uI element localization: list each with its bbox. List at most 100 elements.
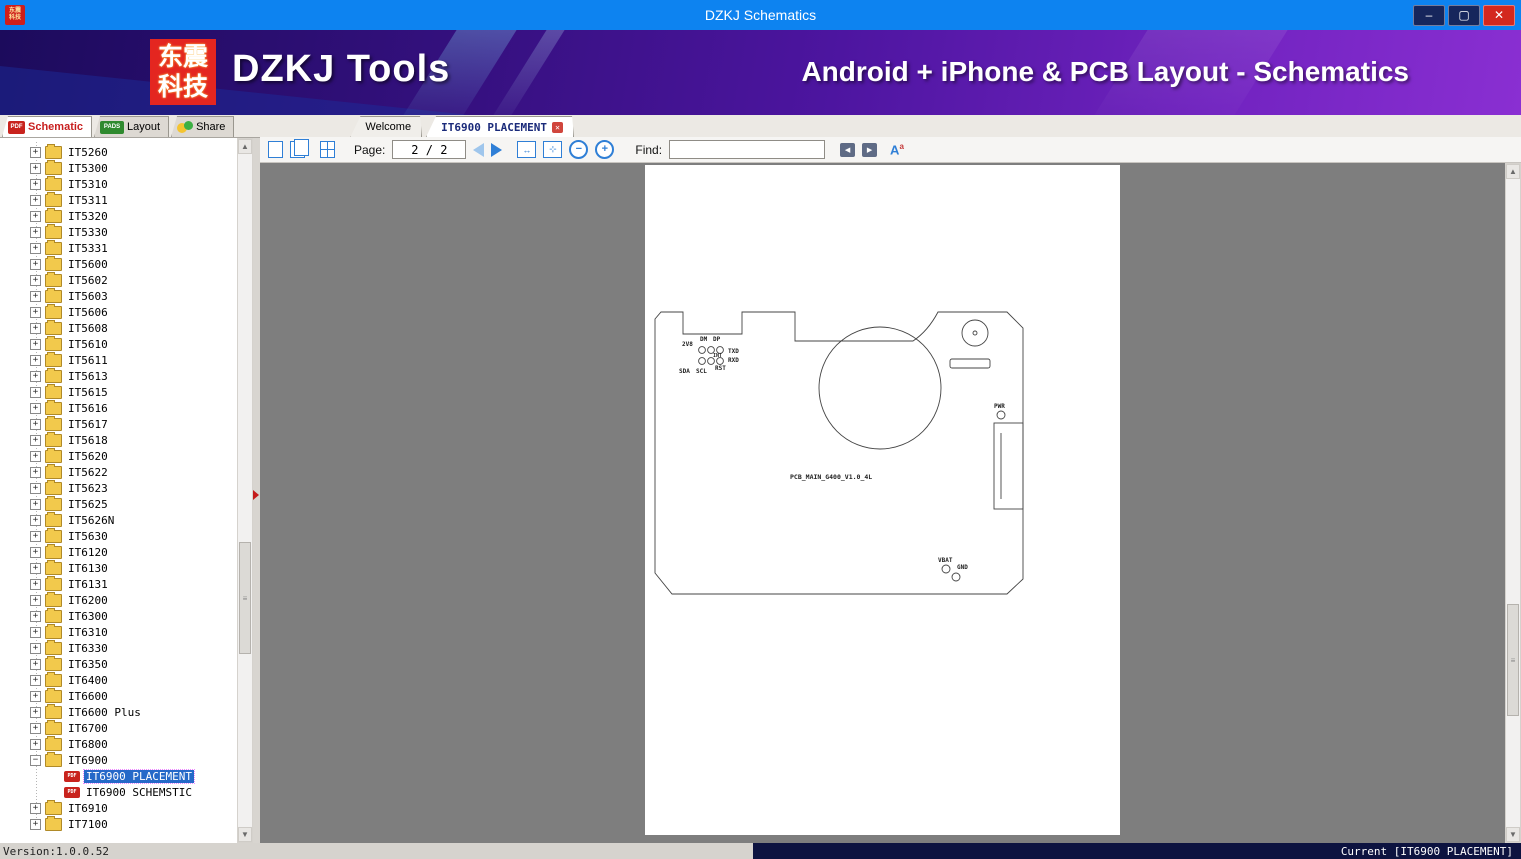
expand-icon[interactable]: +	[30, 162, 41, 174]
fit-width-icon[interactable]: ↔	[517, 141, 537, 158]
tree-item-it5618[interactable]: + IT5618	[0, 431, 237, 448]
tree-item-it6350[interactable]: + IT6350	[0, 655, 237, 672]
close-button[interactable]: ✕	[1483, 4, 1515, 26]
tree-item-it6300[interactable]: + IT6300	[0, 607, 237, 624]
expand-icon[interactable]: +	[30, 802, 41, 814]
expand-icon[interactable]: +	[30, 738, 41, 750]
next-page-icon[interactable]	[491, 142, 503, 157]
tree-item-it5617[interactable]: + IT5617	[0, 415, 237, 432]
content-scrollbar[interactable]: ▲ ≡ ▼	[1505, 163, 1521, 843]
find-previous-icon[interactable]: ◀	[840, 142, 856, 157]
expand-icon[interactable]: +	[30, 178, 41, 190]
expand-icon[interactable]: +	[30, 386, 41, 398]
two-page-view-icon[interactable]	[290, 139, 309, 158]
tree-item-it6900-placement[interactable]: PDF IT6900 PLACEMENT	[0, 768, 237, 784]
collapse-icon[interactable]: −	[30, 754, 41, 766]
expand-icon[interactable]: +	[30, 338, 41, 350]
scroll-down-icon[interactable]: ▼	[238, 827, 252, 842]
expand-icon[interactable]: +	[30, 370, 41, 382]
previous-page-icon[interactable]	[473, 142, 485, 157]
tree-item-it7100[interactable]: + IT7100	[0, 815, 237, 832]
content-scrollbar-thumb[interactable]: ≡	[1507, 604, 1519, 716]
minimize-button[interactable]: –	[1413, 4, 1445, 26]
tree-item-it5311[interactable]: + IT5311	[0, 191, 237, 208]
expand-icon[interactable]: +	[30, 658, 41, 670]
expand-icon[interactable]: +	[30, 274, 41, 286]
expand-icon[interactable]: +	[30, 546, 41, 558]
expand-icon[interactable]: +	[30, 498, 41, 510]
tree-item-it5331[interactable]: + IT5331	[0, 239, 237, 256]
tree-scrollbar[interactable]: ▲ ≡ ▼	[237, 138, 253, 843]
tree-item-it5320[interactable]: + IT5320	[0, 207, 237, 224]
expand-icon[interactable]: +	[30, 226, 41, 238]
tab-close-icon[interactable]: ✕	[552, 122, 563, 133]
text-size-icon[interactable]: Aa	[890, 142, 904, 157]
expand-icon[interactable]: +	[30, 434, 41, 446]
expand-icon[interactable]: +	[30, 818, 41, 830]
tree-scrollbar-thumb[interactable]: ≡	[239, 542, 251, 654]
expand-icon[interactable]: +	[30, 306, 41, 318]
expand-icon[interactable]: +	[30, 594, 41, 606]
tree-item-it6700[interactable]: + IT6700	[0, 719, 237, 736]
tab-schematic[interactable]: PDF Schematic	[2, 116, 93, 137]
expand-icon[interactable]: +	[30, 610, 41, 622]
tree-item-it5623[interactable]: + IT5623	[0, 479, 237, 496]
tree-item-it6600[interactable]: + IT6600	[0, 687, 237, 704]
expand-icon[interactable]: +	[30, 466, 41, 478]
expand-icon[interactable]: +	[30, 642, 41, 654]
expand-icon[interactable]: +	[30, 690, 41, 702]
tree-item-it6310[interactable]: + IT6310	[0, 623, 237, 640]
find-input[interactable]	[669, 140, 826, 159]
tree-item-it5615[interactable]: + IT5615	[0, 383, 237, 400]
expand-icon[interactable]: +	[30, 322, 41, 334]
tree-item-it6600-plus[interactable]: + IT6600 Plus	[0, 703, 237, 720]
tree-item-it6120[interactable]: + IT6120	[0, 543, 237, 560]
tree-item-it5606[interactable]: + IT5606	[0, 303, 237, 320]
tab-share[interactable]: Share	[171, 116, 235, 137]
expand-icon[interactable]: +	[30, 242, 41, 254]
tree-item-it5611[interactable]: + IT5611	[0, 351, 237, 368]
tree-item-it5602[interactable]: + IT5602	[0, 271, 237, 288]
scroll-up-icon[interactable]: ▲	[238, 139, 252, 154]
pane-splitter[interactable]	[253, 138, 260, 843]
tree-item-it6131[interactable]: + IT6131	[0, 575, 237, 592]
expand-icon[interactable]: +	[30, 194, 41, 206]
expand-icon[interactable]: +	[30, 146, 41, 158]
expand-icon[interactable]: +	[30, 626, 41, 638]
tree-item-it5625[interactable]: + IT5625	[0, 495, 237, 512]
tree-item-it6910[interactable]: + IT6910	[0, 799, 237, 816]
tree-item-it5622[interactable]: + IT5622	[0, 463, 237, 480]
expand-icon[interactable]: +	[30, 562, 41, 574]
multi-page-view-icon[interactable]	[320, 141, 335, 158]
expand-icon[interactable]: +	[30, 290, 41, 302]
page-number-input[interactable]: 2 / 2	[392, 140, 467, 159]
expand-icon[interactable]: +	[30, 722, 41, 734]
expand-icon[interactable]: +	[30, 514, 41, 526]
pdf-viewer[interactable]: 2V8 DM DP TXD RXD INT RST SDA SCL PWR VB…	[260, 163, 1505, 843]
tree-item-it6130[interactable]: + IT6130	[0, 559, 237, 576]
tree-item-it6900-schemstic[interactable]: PDF IT6900 SCHEMSTIC	[0, 784, 237, 800]
expand-icon[interactable]: +	[30, 674, 41, 686]
zoom-in-icon[interactable]: +	[595, 140, 615, 159]
maximize-button[interactable]: ▢	[1448, 4, 1480, 26]
tree-item-it5260[interactable]: + IT5260	[0, 143, 237, 160]
expand-icon[interactable]: +	[30, 418, 41, 430]
expand-icon[interactable]: +	[30, 258, 41, 270]
expand-icon[interactable]: +	[30, 530, 41, 542]
tree-item-it5603[interactable]: + IT5603	[0, 287, 237, 304]
tab-layout[interactable]: PADS Layout	[94, 116, 170, 137]
expand-icon[interactable]: +	[30, 450, 41, 462]
splitter-collapse-icon[interactable]	[253, 490, 259, 500]
expand-icon[interactable]: +	[30, 578, 41, 590]
doc-tab-it6900-placement[interactable]: IT6900 PLACEMENT ✕	[426, 116, 574, 137]
tree-item-it6800[interactable]: + IT6800	[0, 735, 237, 752]
tree-item-it5330[interactable]: + IT5330	[0, 223, 237, 240]
doc-tab-welcome[interactable]: Welcome	[350, 116, 422, 137]
tree-item-it5620[interactable]: + IT5620	[0, 447, 237, 464]
expand-icon[interactable]: +	[30, 482, 41, 494]
tree-item-it5616[interactable]: + IT5616	[0, 399, 237, 416]
tree-item-it5630[interactable]: + IT5630	[0, 527, 237, 544]
scroll-down-icon[interactable]: ▼	[1506, 827, 1520, 842]
expand-icon[interactable]: +	[30, 354, 41, 366]
tree-item-it6200[interactable]: + IT6200	[0, 591, 237, 608]
